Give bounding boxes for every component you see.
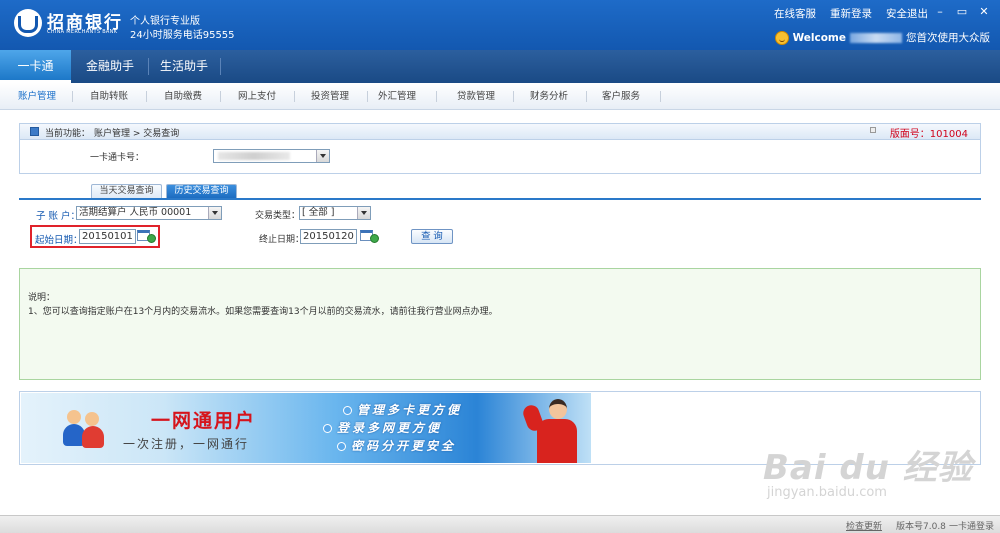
subnav-divider <box>72 91 73 102</box>
banner-person-image <box>521 397 591 463</box>
user-body <box>82 426 104 448</box>
sub-account-select[interactable]: 活期结算户 人民币 00001 <box>76 206 222 220</box>
banner-subtitle: 一次注册，一网通行 <box>123 437 250 451</box>
subnav-divider <box>436 91 437 102</box>
subnav-account-management[interactable]: 账户管理 <box>8 83 66 110</box>
user-head <box>85 412 99 426</box>
subnav-investment[interactable]: 投资管理 <box>301 83 359 110</box>
calendar-badge <box>147 234 156 243</box>
calendar-badge <box>370 234 379 243</box>
card-number-row: 一卡通卡号： <box>19 140 981 174</box>
notes-panel: 说明： 1、您可以查询指定账户在13个月内的交易流水。如果您需要查询13个月以前… <box>19 268 981 380</box>
subnav-divider <box>513 91 514 102</box>
person-body <box>537 419 577 463</box>
subnav-divider <box>294 91 295 102</box>
blurred-card-number <box>218 152 290 160</box>
breadcrumb: 当前功能： 账户管理 > 交易查询 版面号：101004 <box>19 123 981 140</box>
product-name: 个人银行专业版 <box>130 16 200 27</box>
end-date-input[interactable]: 20150120 <box>300 229 357 244</box>
banner-title: 一网通用户 <box>151 410 257 432</box>
subnav-self-transfer[interactable]: 自助转账 <box>80 83 138 110</box>
check-update-link[interactable]: 检查更新 <box>846 519 882 532</box>
subnav-customer-service[interactable]: 客户服务 <box>592 83 650 110</box>
banner-slogans: 管理多卡更方便 登录多网更方便 密码分开更安全 <box>311 401 462 455</box>
logo-english-text: CHINA MERCHANTS BANK <box>47 29 118 35</box>
tab-financial-assistant[interactable]: 金融助手 <box>74 50 146 83</box>
promo-banner[interactable]: 一网通用户 一次注册，一网通行 管理多卡更方便 登录多网更方便 密码分开更安全 <box>21 393 591 463</box>
relogin-link[interactable]: 重新登录 <box>830 6 872 21</box>
transaction-type-select[interactable]: [ 全部 ] <box>299 206 371 220</box>
baidu-watermark: Bai du 经验 jingyan.baidu.com <box>763 440 973 500</box>
card-number-label: 一卡通卡号： <box>90 153 145 163</box>
subnav-self-payment[interactable]: 自助缴费 <box>154 83 212 110</box>
notes-title: 说明： <box>28 293 56 303</box>
subnav-divider <box>660 91 661 102</box>
notes-line: 1、您可以查询指定账户在13个月内的交易流水。如果您需要查询13个月以前的交易流… <box>28 307 498 317</box>
blurred-username <box>850 32 902 43</box>
start-date-input[interactable]: 20150101 <box>79 229 136 244</box>
breadcrumb-icon <box>30 127 39 136</box>
banner-slogan: 登录多网更方便 <box>321 419 462 437</box>
subnav-divider <box>220 91 221 102</box>
sub-nav: 账户管理 自助转账 自助缴费 网上支付 投资管理 外汇管理 贷款管理 财务分析 … <box>0 83 1000 110</box>
subnav-loan[interactable]: 贷款管理 <box>447 83 505 110</box>
breadcrumb-label: 当前功能： <box>45 129 91 139</box>
cmb-logo-icon <box>14 9 42 37</box>
breadcrumb-path: 账户管理 > 交易查询 <box>94 129 180 139</box>
end-date-label: 终止日期： <box>259 235 305 245</box>
subnav-divider <box>146 91 147 102</box>
chevron-down-icon[interactable] <box>316 150 329 162</box>
subnav-online-payment[interactable]: 网上支付 <box>228 83 286 110</box>
calendar-icon[interactable] <box>360 229 380 243</box>
user-head <box>67 410 81 424</box>
watermark-main: Bai du 经验 <box>763 448 973 488</box>
person-head <box>549 399 567 419</box>
nav-divider <box>220 58 221 75</box>
online-service-link[interactable]: 在线客服 <box>774 6 816 21</box>
subnav-forex[interactable]: 外汇管理 <box>368 83 426 110</box>
top-links: 在线客服 重新登录 安全退出 <box>774 6 928 21</box>
nav-divider <box>148 58 149 75</box>
maximize-icon[interactable]: ▭ <box>954 5 970 19</box>
card-number-select[interactable] <box>213 149 330 163</box>
sub-account-label: 子 账 户： <box>36 211 81 222</box>
subnav-financial-analysis[interactable]: 财务分析 <box>520 83 578 110</box>
login-mode-text: 一卡通登录 <box>949 522 995 532</box>
transaction-type-value: [ 全部 ] <box>302 207 335 218</box>
smiley-icon <box>774 30 789 45</box>
banner-slogan: 密码分开更安全 <box>335 437 462 455</box>
tab-yikatong[interactable]: 一卡通 <box>0 50 71 83</box>
logout-link[interactable]: 安全退出 <box>886 6 928 21</box>
subnav-divider <box>586 91 587 102</box>
version-text: 版本号7.0.8 <box>896 522 946 532</box>
users-icon <box>63 408 107 450</box>
welcome-label: Welcome <box>792 31 846 44</box>
welcome-message: Welcome 您首次使用大众版 <box>774 30 990 45</box>
small-square-icon <box>870 127 876 133</box>
minimize-icon[interactable]: – <box>932 5 948 19</box>
sub-account-value: 活期结算户 人民币 00001 <box>79 207 192 218</box>
tab-life-assistant[interactable]: 生活助手 <box>150 50 218 83</box>
calendar-icon[interactable] <box>137 229 157 243</box>
banner-slogan: 管理多卡更方便 <box>341 401 462 419</box>
window-controls: – ▭ ✕ <box>932 5 992 19</box>
title-bar: 招商银行 CHINA MERCHANTS BANK 个人银行专业版 24小时服务… <box>0 0 1000 50</box>
service-phone: 24小时服务电话95555 <box>130 30 235 41</box>
tab-today-transactions[interactable]: 当天交易查询 <box>91 184 162 198</box>
chevron-down-icon[interactable] <box>357 207 370 219</box>
close-icon[interactable]: ✕ <box>976 5 992 19</box>
page-number: 版面号：101004 <box>889 129 968 140</box>
welcome-suffix: 您首次使用大众版 <box>906 32 990 44</box>
chevron-down-icon[interactable] <box>208 207 221 219</box>
main-nav: 一卡通 金融助手 生活助手 <box>0 50 1000 83</box>
tab-history-transactions[interactable]: 历史交易查询 <box>166 184 237 198</box>
start-date-label: 起始日期： <box>35 235 83 246</box>
status-bar: 检查更新 版本号7.0.8 一卡通登录 <box>0 515 1000 533</box>
query-button[interactable]: 查 询 <box>411 229 453 244</box>
transaction-type-label: 交易类型： <box>255 211 301 221</box>
